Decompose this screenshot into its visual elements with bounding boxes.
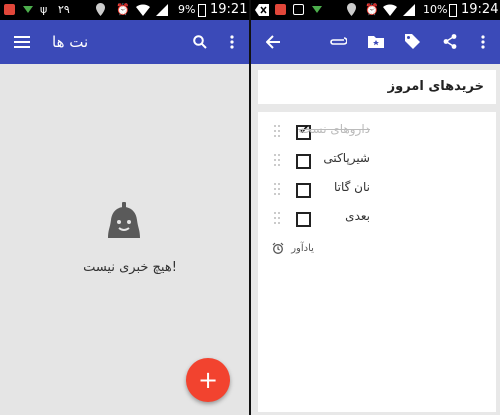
item-text[interactable]: نان گاتا <box>270 180 370 194</box>
back-arrow-icon[interactable] <box>259 20 287 64</box>
signal-icon <box>156 0 168 20</box>
signal-icon <box>403 0 415 20</box>
attach-icon[interactable] <box>325 20 351 64</box>
battery-percent: 10% <box>423 3 448 16</box>
item-text[interactable]: داروهای نسخه <box>270 122 370 136</box>
status-clock: 19:24 <box>461 2 499 17</box>
checklist-item[interactable]: شیرپاکتی <box>258 147 496 175</box>
item-text[interactable]: بعدی <box>270 209 370 223</box>
note-title-card[interactable]: خریدهای امروز <box>258 70 496 104</box>
note-title[interactable]: خریدهای امروز <box>388 70 484 104</box>
item-text[interactable]: شیرپاکتی <box>270 151 370 165</box>
app-bar: نت ها <box>0 20 249 64</box>
notes-list-screen: ψ ۲۹ ⏰ 9% 19:21 نت ها هیچ خبری نیست! + <box>0 0 249 415</box>
wifi-icon <box>383 0 397 20</box>
tag-icon[interactable] <box>399 20 425 64</box>
app-bar <box>251 20 500 64</box>
reminder-button[interactable]: یادآور <box>272 242 314 258</box>
add-note-button[interactable]: + <box>186 358 230 402</box>
folder-star-icon[interactable] <box>363 20 389 64</box>
share-icon[interactable] <box>437 20 463 64</box>
wifi-icon <box>136 0 150 20</box>
status-bar: ⏰ 10% 19:24 <box>251 0 500 20</box>
status-bar: ψ ۲۹ ⏰ 9% 19:21 <box>0 0 249 20</box>
overflow-menu-icon[interactable] <box>473 20 493 64</box>
search-icon[interactable] <box>186 20 214 64</box>
app-title: نت ها <box>52 33 89 51</box>
date-badge: ۲۹ <box>58 3 70 16</box>
checklist-card: ✔ داروهای نسخه شیرپاکتی نان گاتا بعدی یا… <box>258 112 496 412</box>
checklist-item[interactable]: ✔ داروهای نسخه <box>258 118 496 146</box>
note-editor-screen: ⏰ 10% 19:24 خریدهای امروز ✔ داروهای نسخه… <box>251 0 500 415</box>
alarm-icon: ⏰ <box>365 3 379 16</box>
app-notification-icon <box>4 0 15 20</box>
reminder-label: یادآور <box>291 242 314 254</box>
image-icon <box>293 0 304 20</box>
status-clock: 19:21 <box>210 2 248 17</box>
app-notification-icon <box>275 0 286 20</box>
download-icon <box>22 0 34 20</box>
checklist-item[interactable]: بعدی <box>258 205 496 233</box>
battery-percent: 9% <box>178 3 196 16</box>
battery-icon <box>198 0 206 20</box>
usb-icon: ψ <box>40 3 48 16</box>
alarm-icon: ⏰ <box>116 3 130 16</box>
location-icon <box>96 0 105 20</box>
battery-icon <box>449 0 457 20</box>
checklist-item[interactable]: نان گاتا <box>258 176 496 204</box>
menu-icon[interactable] <box>14 36 30 48</box>
empty-state-message: هیچ خبری نیست! <box>83 260 177 275</box>
overflow-menu-icon[interactable] <box>222 20 242 64</box>
message-icon <box>255 0 269 20</box>
alarm-clock-icon <box>272 242 284 254</box>
download-icon <box>311 0 323 20</box>
location-icon <box>347 0 356 20</box>
bell-icon <box>102 200 146 250</box>
